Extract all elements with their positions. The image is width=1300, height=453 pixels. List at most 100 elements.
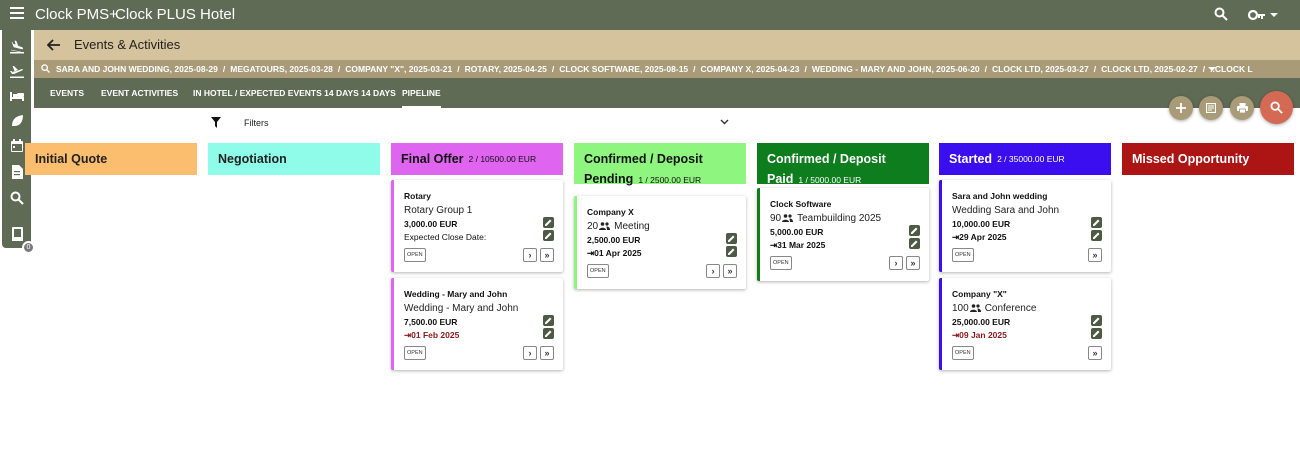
tab-events[interactable]: EVENTS bbox=[50, 78, 84, 108]
chevron-down-icon[interactable] bbox=[720, 119, 729, 125]
card-pax: 100 Conference bbox=[952, 303, 1036, 314]
column-title: Final Offer bbox=[401, 152, 464, 166]
breadcrumb-item[interactable]: CLOCK LTD, 2025-02-27 bbox=[1101, 64, 1198, 74]
next-stage-button[interactable]: › bbox=[523, 346, 537, 360]
breadcrumb-item[interactable]: CLOCK SOFTWARE, 2025-08-15 bbox=[559, 64, 688, 74]
skip-stage-button[interactable]: » bbox=[723, 264, 737, 278]
document-icon[interactable] bbox=[9, 164, 25, 180]
event-card[interactable]: Company "X" 100 Conference 25,000.00 EUR … bbox=[939, 278, 1111, 370]
tab-bar: EVENTS EVENT ACTIVITIES IN HOTEL / EXPEC… bbox=[34, 78, 1300, 108]
page-title: Events & Activities bbox=[74, 37, 181, 52]
event-card[interactable]: Clock Software 90 Teambuilding 2025 5,000… bbox=[757, 188, 929, 281]
note-icon bbox=[1206, 103, 1216, 113]
notification-badge[interactable]: 0 bbox=[22, 241, 35, 254]
breadcrumb-item[interactable]: SARA AND JOHN WEDDING, 2025-08-29 bbox=[56, 64, 218, 74]
next-stage-button[interactable]: › bbox=[523, 248, 537, 262]
filters-label[interactable]: Filters bbox=[244, 118, 269, 128]
card-pax: 90 Teambuilding 2025 bbox=[770, 213, 881, 224]
book-icon[interactable] bbox=[9, 226, 25, 242]
people-icon bbox=[599, 222, 611, 230]
add-button[interactable] bbox=[1169, 96, 1193, 120]
card-event-name: Wedding - Mary and John bbox=[404, 303, 519, 314]
skip-stage-button[interactable]: » bbox=[1088, 248, 1102, 262]
back-arrow-icon[interactable] bbox=[47, 39, 60, 51]
notes-button[interactable] bbox=[1199, 96, 1223, 120]
edit-icon[interactable] bbox=[909, 225, 920, 236]
column-title: Started bbox=[949, 152, 993, 166]
edit-icon[interactable] bbox=[543, 315, 554, 326]
edit-icon[interactable] bbox=[1091, 230, 1102, 241]
edit-icon[interactable] bbox=[1091, 217, 1102, 228]
search-icon[interactable] bbox=[9, 190, 25, 206]
column-initial-quote: Initial Quote bbox=[25, 143, 197, 175]
card-pax-count: 90 bbox=[770, 213, 782, 224]
column-missed-opportunity: Missed Opportunity bbox=[1122, 143, 1294, 175]
edit-icon[interactable] bbox=[726, 233, 737, 244]
card-event-name: Wedding Sara and John bbox=[952, 205, 1060, 216]
column-count: 1 / 2500.00 EUR bbox=[638, 175, 702, 185]
status-badge: OPEN bbox=[770, 256, 792, 270]
edit-icon[interactable] bbox=[726, 246, 737, 257]
skip-stage-button[interactable]: » bbox=[906, 256, 920, 270]
breadcrumb-item[interactable]: COMPANY X, 2025-04-23 bbox=[701, 64, 800, 74]
card-name: Company X bbox=[587, 207, 634, 217]
key-icon[interactable] bbox=[1248, 9, 1278, 21]
card-pax: 20 Meeting bbox=[587, 221, 650, 232]
people-icon bbox=[782, 214, 794, 222]
print-button[interactable] bbox=[1230, 96, 1254, 120]
search-icon[interactable] bbox=[1214, 7, 1228, 21]
plus-icon bbox=[1176, 103, 1186, 113]
chevron-down-icon[interactable] bbox=[1208, 67, 1216, 71]
hotel-name[interactable]: Clock PLUS Hotel bbox=[115, 6, 235, 23]
breadcrumb-item[interactable]: CLOCK LTD, 2025-03-27 bbox=[992, 64, 1089, 74]
card-close-date: ⇥09 Jan 2025 bbox=[952, 330, 1007, 340]
breadcrumb-item[interactable]: COMPANY "X", 2025-03-21 bbox=[345, 64, 452, 74]
breadcrumb-item[interactable]: WEDDING - MARY AND JOHN, 2025-06-20 bbox=[812, 64, 980, 74]
breadcrumb-item[interactable]: MEGATOURS, 2025-03-28 bbox=[230, 64, 333, 74]
event-card[interactable]: Company X 20 Meeting 2,500.00 EUR ⇥01 Apr… bbox=[574, 196, 746, 289]
edit-icon[interactable] bbox=[543, 328, 554, 339]
app-name: Clock PMS+ bbox=[35, 6, 118, 23]
plane-departure-icon[interactable] bbox=[9, 63, 25, 79]
next-stage-button[interactable]: › bbox=[889, 256, 903, 270]
tab-event-activities[interactable]: EVENT ACTIVITIES bbox=[101, 78, 178, 108]
edit-icon[interactable] bbox=[543, 217, 554, 228]
edit-icon[interactable] bbox=[909, 238, 920, 249]
edit-icon[interactable] bbox=[543, 230, 554, 241]
bed-icon[interactable] bbox=[9, 88, 25, 104]
skip-stage-button[interactable]: » bbox=[1088, 346, 1102, 360]
card-close-date: ⇥31 Mar 2025 bbox=[770, 240, 826, 250]
event-card[interactable]: Sara and John wedding Wedding Sara and J… bbox=[939, 180, 1111, 272]
tab-in-hotel-expected[interactable]: IN HOTEL / EXPECTED EVENTS 14 DAYS 14 DA… bbox=[193, 78, 396, 108]
card-amount: 7,500.00 EUR bbox=[404, 317, 458, 327]
edit-icon[interactable] bbox=[1091, 328, 1102, 339]
column-title: Initial Quote bbox=[35, 152, 108, 166]
edit-icon[interactable] bbox=[1091, 315, 1102, 326]
plane-arrival-icon[interactable] bbox=[9, 38, 25, 54]
status-badge: OPEN bbox=[404, 346, 426, 360]
card-pax-count: 100 bbox=[952, 303, 969, 314]
filter-icon[interactable] bbox=[211, 117, 221, 128]
tab-pipeline[interactable]: PIPELINE bbox=[402, 78, 441, 108]
status-badge: OPEN bbox=[952, 248, 974, 262]
card-name: Company "X" bbox=[952, 289, 1007, 299]
leaf-icon[interactable] bbox=[9, 113, 25, 129]
column-negotiation: Negotiation bbox=[208, 143, 380, 175]
event-card[interactable]: Rotary Rotary Group 1 3,000.00 EUR Expec… bbox=[391, 180, 563, 272]
skip-stage-button[interactable]: » bbox=[540, 346, 554, 360]
event-card[interactable]: Wedding - Mary and John Wedding - Mary a… bbox=[391, 278, 563, 370]
breadcrumb-item[interactable]: ROTARY, 2025-04-25 bbox=[465, 64, 547, 74]
card-pax-count: 20 bbox=[587, 221, 599, 232]
card-close-date: Expected Close Date: bbox=[404, 232, 487, 242]
card-amount: 3,000.00 EUR bbox=[404, 219, 458, 229]
card-close-date: ⇥01 Apr 2025 bbox=[587, 248, 642, 258]
column-count: 2 / 35000.00 EUR bbox=[997, 154, 1065, 164]
menu-icon[interactable] bbox=[10, 7, 24, 23]
breadcrumb-item[interactable]: ..CLOCK L bbox=[1210, 64, 1253, 74]
column-started: Started 2 / 35000.00 EUR bbox=[939, 143, 1111, 175]
search-button[interactable] bbox=[1260, 91, 1293, 124]
next-stage-button[interactable]: › bbox=[706, 264, 720, 278]
column-count: 1 / 5000.00 EUR bbox=[798, 175, 862, 185]
skip-stage-button[interactable]: » bbox=[540, 248, 554, 262]
calendar-icon[interactable] bbox=[9, 138, 25, 154]
